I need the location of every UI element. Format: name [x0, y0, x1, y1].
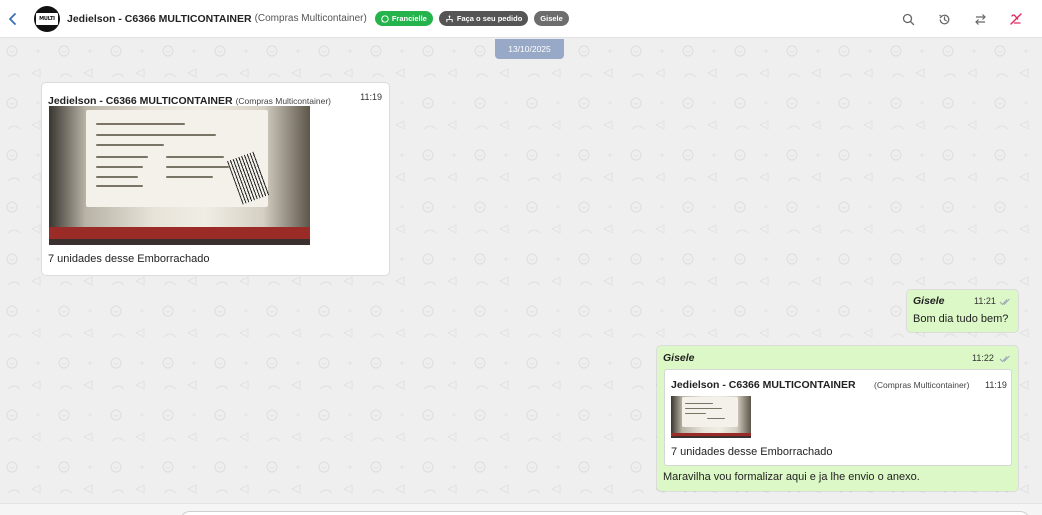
chat-area[interactable]: 13/10/2025 Jedielson - C6366 MULTICONTAI… [0, 39, 1042, 503]
read-check-icon [999, 355, 1010, 363]
chat-header: MULTI Jedielson - C6366 MULTICONTAINER (… [0, 0, 1042, 38]
message-header: Jedielson - C6366 MULTICONTAINER (Compras… [48, 91, 382, 107]
incoming-message[interactable]: Jedielson - C6366 MULTICONTAINER (Compras… [42, 83, 389, 275]
message-sender-sub: (Compras Multicontainer) [235, 96, 331, 106]
flow-icon [446, 14, 453, 22]
outgoing-message[interactable]: Gisele 11:21 Bom dia tudo bem? [907, 290, 1018, 332]
order-tag-label: Faça o seu pedido [456, 14, 523, 23]
transfer-icon [974, 13, 986, 25]
quoted-image[interactable] [671, 396, 751, 438]
quoted-sender-sub: (Compras Multicontainer) [874, 380, 970, 390]
close-chat-icon [1010, 13, 1022, 25]
user-tag-label: Gisele [540, 14, 563, 23]
order-tag[interactable]: Faça o seu pedido [438, 11, 529, 26]
contact-name: Jedielson - C6366 MULTICONTAINER [67, 12, 252, 25]
message-time: 11:19 [360, 92, 382, 102]
whatsapp-icon [381, 14, 389, 23]
transfer-button[interactable] [962, 0, 998, 38]
outgoing-reply-message[interactable]: Gisele 11:22 Jedielson - C6366 MULTICONT… [657, 346, 1018, 491]
read-check-icon [999, 298, 1010, 306]
quoted-message[interactable]: Jedielson - C6366 MULTICONTAINER (Compra… [664, 369, 1012, 466]
contact-subtitle: (Compras Multicontainer) [254, 13, 367, 24]
history-icon [938, 14, 949, 24]
message-sender: Gisele [663, 352, 695, 364]
close-chat-button[interactable] [998, 0, 1034, 38]
back-button[interactable] [0, 0, 26, 38]
composer-bar [0, 503, 1042, 515]
company-logo: MULTI [36, 12, 58, 25]
search-icon [902, 13, 914, 25]
quoted-text: 7 unidades desse Emborrachado [671, 446, 833, 458]
quoted-sender: Jedielson - C6366 MULTICONTAINER [671, 379, 856, 391]
message-time: 11:22 [972, 353, 994, 363]
header-actions [890, 0, 1042, 38]
date-separator: 13/10/2025 [495, 39, 564, 59]
message-text: Maravilha vou formalizar aqui e ja lhe e… [663, 471, 920, 483]
agent-tag-label: Francielle [391, 14, 427, 23]
message-input[interactable] [180, 511, 1030, 515]
agent-tag[interactable]: Francielle [374, 11, 433, 26]
message-image[interactable] [49, 106, 310, 245]
message-text: Bom dia tudo bem? [913, 313, 1009, 325]
message-time: 11:21 [974, 296, 996, 306]
history-button[interactable] [926, 0, 962, 38]
quoted-time: 11:19 [985, 380, 1007, 390]
search-button[interactable] [890, 0, 926, 38]
user-tag[interactable]: Gisele [534, 11, 569, 26]
contact-avatar[interactable]: MULTI [34, 5, 60, 32]
message-text: 7 unidades desse Emborrachado [48, 253, 210, 265]
back-icon [9, 12, 16, 25]
message-sender: Gisele [913, 295, 945, 307]
